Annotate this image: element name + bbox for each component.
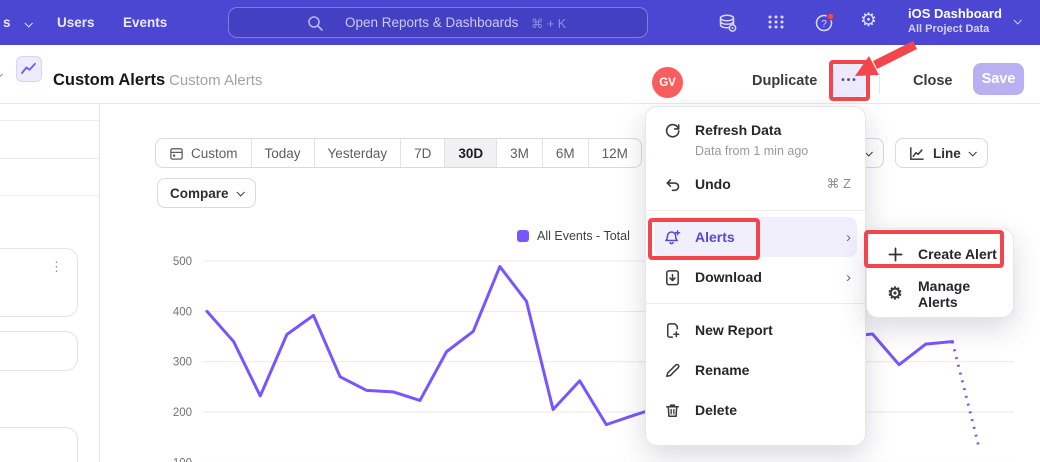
menu-item-download[interactable]: Download ›	[646, 257, 865, 297]
range-today[interactable]: Today	[251, 139, 314, 167]
svg-text:300: 300	[173, 357, 192, 369]
menu-item-new-report[interactable]: New Report	[646, 310, 865, 350]
more-options-button[interactable]: •••	[833, 64, 866, 97]
submenu-arrow-icon: ›	[846, 229, 851, 246]
compare-button[interactable]: Compare	[157, 178, 256, 208]
apps-grid-icon[interactable]	[765, 11, 787, 33]
gear-icon: ⚙	[885, 284, 905, 304]
plus-icon	[885, 246, 905, 263]
chart-legend: All Events - Total	[517, 229, 630, 243]
chevron-down-icon	[968, 148, 976, 156]
nav-item-partial-label: s	[3, 15, 11, 30]
more-options-menu: Refresh Data Data from 1 min ago Undo ⌘ …	[645, 106, 866, 446]
refresh-icon	[662, 121, 682, 140]
trash-icon	[662, 401, 682, 420]
kebab-menu-icon[interactable]: ⋮	[50, 259, 63, 275]
submenu-item-create-alert[interactable]: Create Alert	[867, 234, 1013, 274]
collapsed-panel-chevron-icon[interactable]	[0, 70, 3, 78]
project-selector[interactable]: iOS Dashboard All Project Data	[908, 6, 1002, 35]
legend-label: All Events - Total	[537, 229, 630, 243]
range-7d[interactable]: 7D	[400, 139, 444, 167]
legend-swatch	[517, 230, 529, 242]
compare-label: Compare	[170, 186, 229, 201]
range-6m[interactable]: 6M	[542, 139, 588, 167]
menu-divider	[646, 210, 865, 211]
menu-item-undo[interactable]: Undo ⌘ Z	[646, 164, 865, 204]
save-button[interactable]: Save	[973, 63, 1024, 95]
menu-item-label: Delete	[695, 402, 737, 418]
chart-type-button[interactable]: Line	[895, 138, 988, 168]
line-chart-icon	[908, 145, 925, 162]
notification-dot	[827, 13, 834, 20]
divider	[0, 158, 100, 159]
nav-item-partial[interactable]: s	[3, 15, 31, 30]
left-cards-panel: ⋮	[0, 104, 100, 462]
new-report-icon	[662, 321, 682, 340]
submenu-arrow-icon: ›	[846, 269, 851, 286]
project-name: iOS Dashboard	[908, 6, 1002, 21]
date-range-control: Custom Today Yesterday 7D 30D 3M 6M 12M	[155, 138, 642, 168]
chevron-down-icon	[25, 19, 33, 27]
menu-item-label: Rename	[695, 362, 749, 378]
calendar-icon	[169, 146, 184, 161]
global-search-input[interactable]: Open Reports & Dashboards ⌘ + K	[228, 7, 648, 38]
divider	[0, 195, 100, 196]
dashboard-card[interactable]	[0, 427, 78, 462]
menu-item-delete[interactable]: Delete	[646, 390, 865, 430]
menu-item-label: New Report	[695, 322, 773, 338]
menu-item-label: Refresh Data	[695, 122, 781, 138]
svg-text:100: 100	[173, 457, 192, 462]
alert-bell-icon	[662, 228, 682, 247]
range-custom-label: Custom	[191, 146, 238, 161]
svg-text:400: 400	[173, 306, 192, 318]
data-icon[interactable]	[716, 11, 740, 35]
avatar[interactable]: GV	[652, 67, 683, 98]
report-type-icon	[16, 56, 42, 82]
range-12m[interactable]: 12M	[588, 139, 641, 167]
svg-text:500: 500	[173, 256, 192, 268]
undo-icon	[662, 175, 682, 194]
alerts-submenu: Create Alert ⚙ Manage Alerts	[866, 228, 1014, 318]
dashboard-card[interactable]: ⋮	[0, 248, 78, 317]
close-button[interactable]: Close	[913, 73, 953, 89]
menu-item-label: Create Alert	[918, 246, 997, 262]
svg-text:200: 200	[173, 407, 192, 419]
search-icon	[307, 15, 324, 32]
submenu-item-manage-alerts[interactable]: ⚙ Manage Alerts	[867, 274, 1013, 314]
svg-text:?: ?	[821, 19, 827, 30]
range-3m[interactable]: 3M	[496, 139, 542, 167]
menu-item-label: Undo	[695, 176, 731, 192]
nav-item-users[interactable]: Users	[57, 15, 95, 30]
range-yesterday[interactable]: Yesterday	[314, 139, 401, 167]
range-custom[interactable]: Custom	[156, 139, 251, 167]
menu-item-refresh-data[interactable]: Refresh Data	[646, 113, 865, 147]
search-placeholder: Open Reports & Dashboards	[345, 15, 518, 30]
range-30d[interactable]: 30D	[444, 139, 496, 167]
help-icon[interactable]: ?	[813, 11, 837, 35]
download-icon	[662, 268, 682, 287]
breadcrumb[interactable]: Custom Alerts	[169, 72, 262, 89]
divider	[0, 120, 100, 121]
project-scope: All Project Data	[908, 23, 1002, 35]
chart-type-label: Line	[933, 146, 961, 161]
menu-item-label: Download	[695, 269, 762, 285]
top-nav-bar: s Users Events Open Reports & Dashboards…	[0, 0, 1040, 45]
dashboard-card[interactable]	[0, 331, 78, 371]
chevron-down-icon	[236, 188, 244, 196]
menu-item-label: Alerts	[695, 229, 735, 245]
settings-gear-icon[interactable]: ⚙	[860, 9, 877, 32]
menu-item-alerts[interactable]: Alerts ›	[654, 217, 857, 257]
duplicate-button[interactable]: Duplicate	[752, 73, 817, 89]
header-divider	[879, 66, 880, 94]
pencil-icon	[662, 361, 682, 380]
report-header: Custom Alerts Custom Alerts GV Duplicate…	[0, 45, 1040, 104]
menu-divider	[646, 303, 865, 304]
undo-shortcut: ⌘ Z	[826, 176, 851, 192]
menu-item-rename[interactable]: Rename	[646, 350, 865, 390]
search-shortcut: ⌘ + K	[531, 16, 566, 31]
page-title: Custom Alerts	[53, 71, 165, 90]
menu-item-label: Manage Alerts	[918, 278, 999, 310]
nav-item-events[interactable]: Events	[123, 15, 167, 30]
project-chevron-down-icon[interactable]	[1013, 16, 1021, 24]
